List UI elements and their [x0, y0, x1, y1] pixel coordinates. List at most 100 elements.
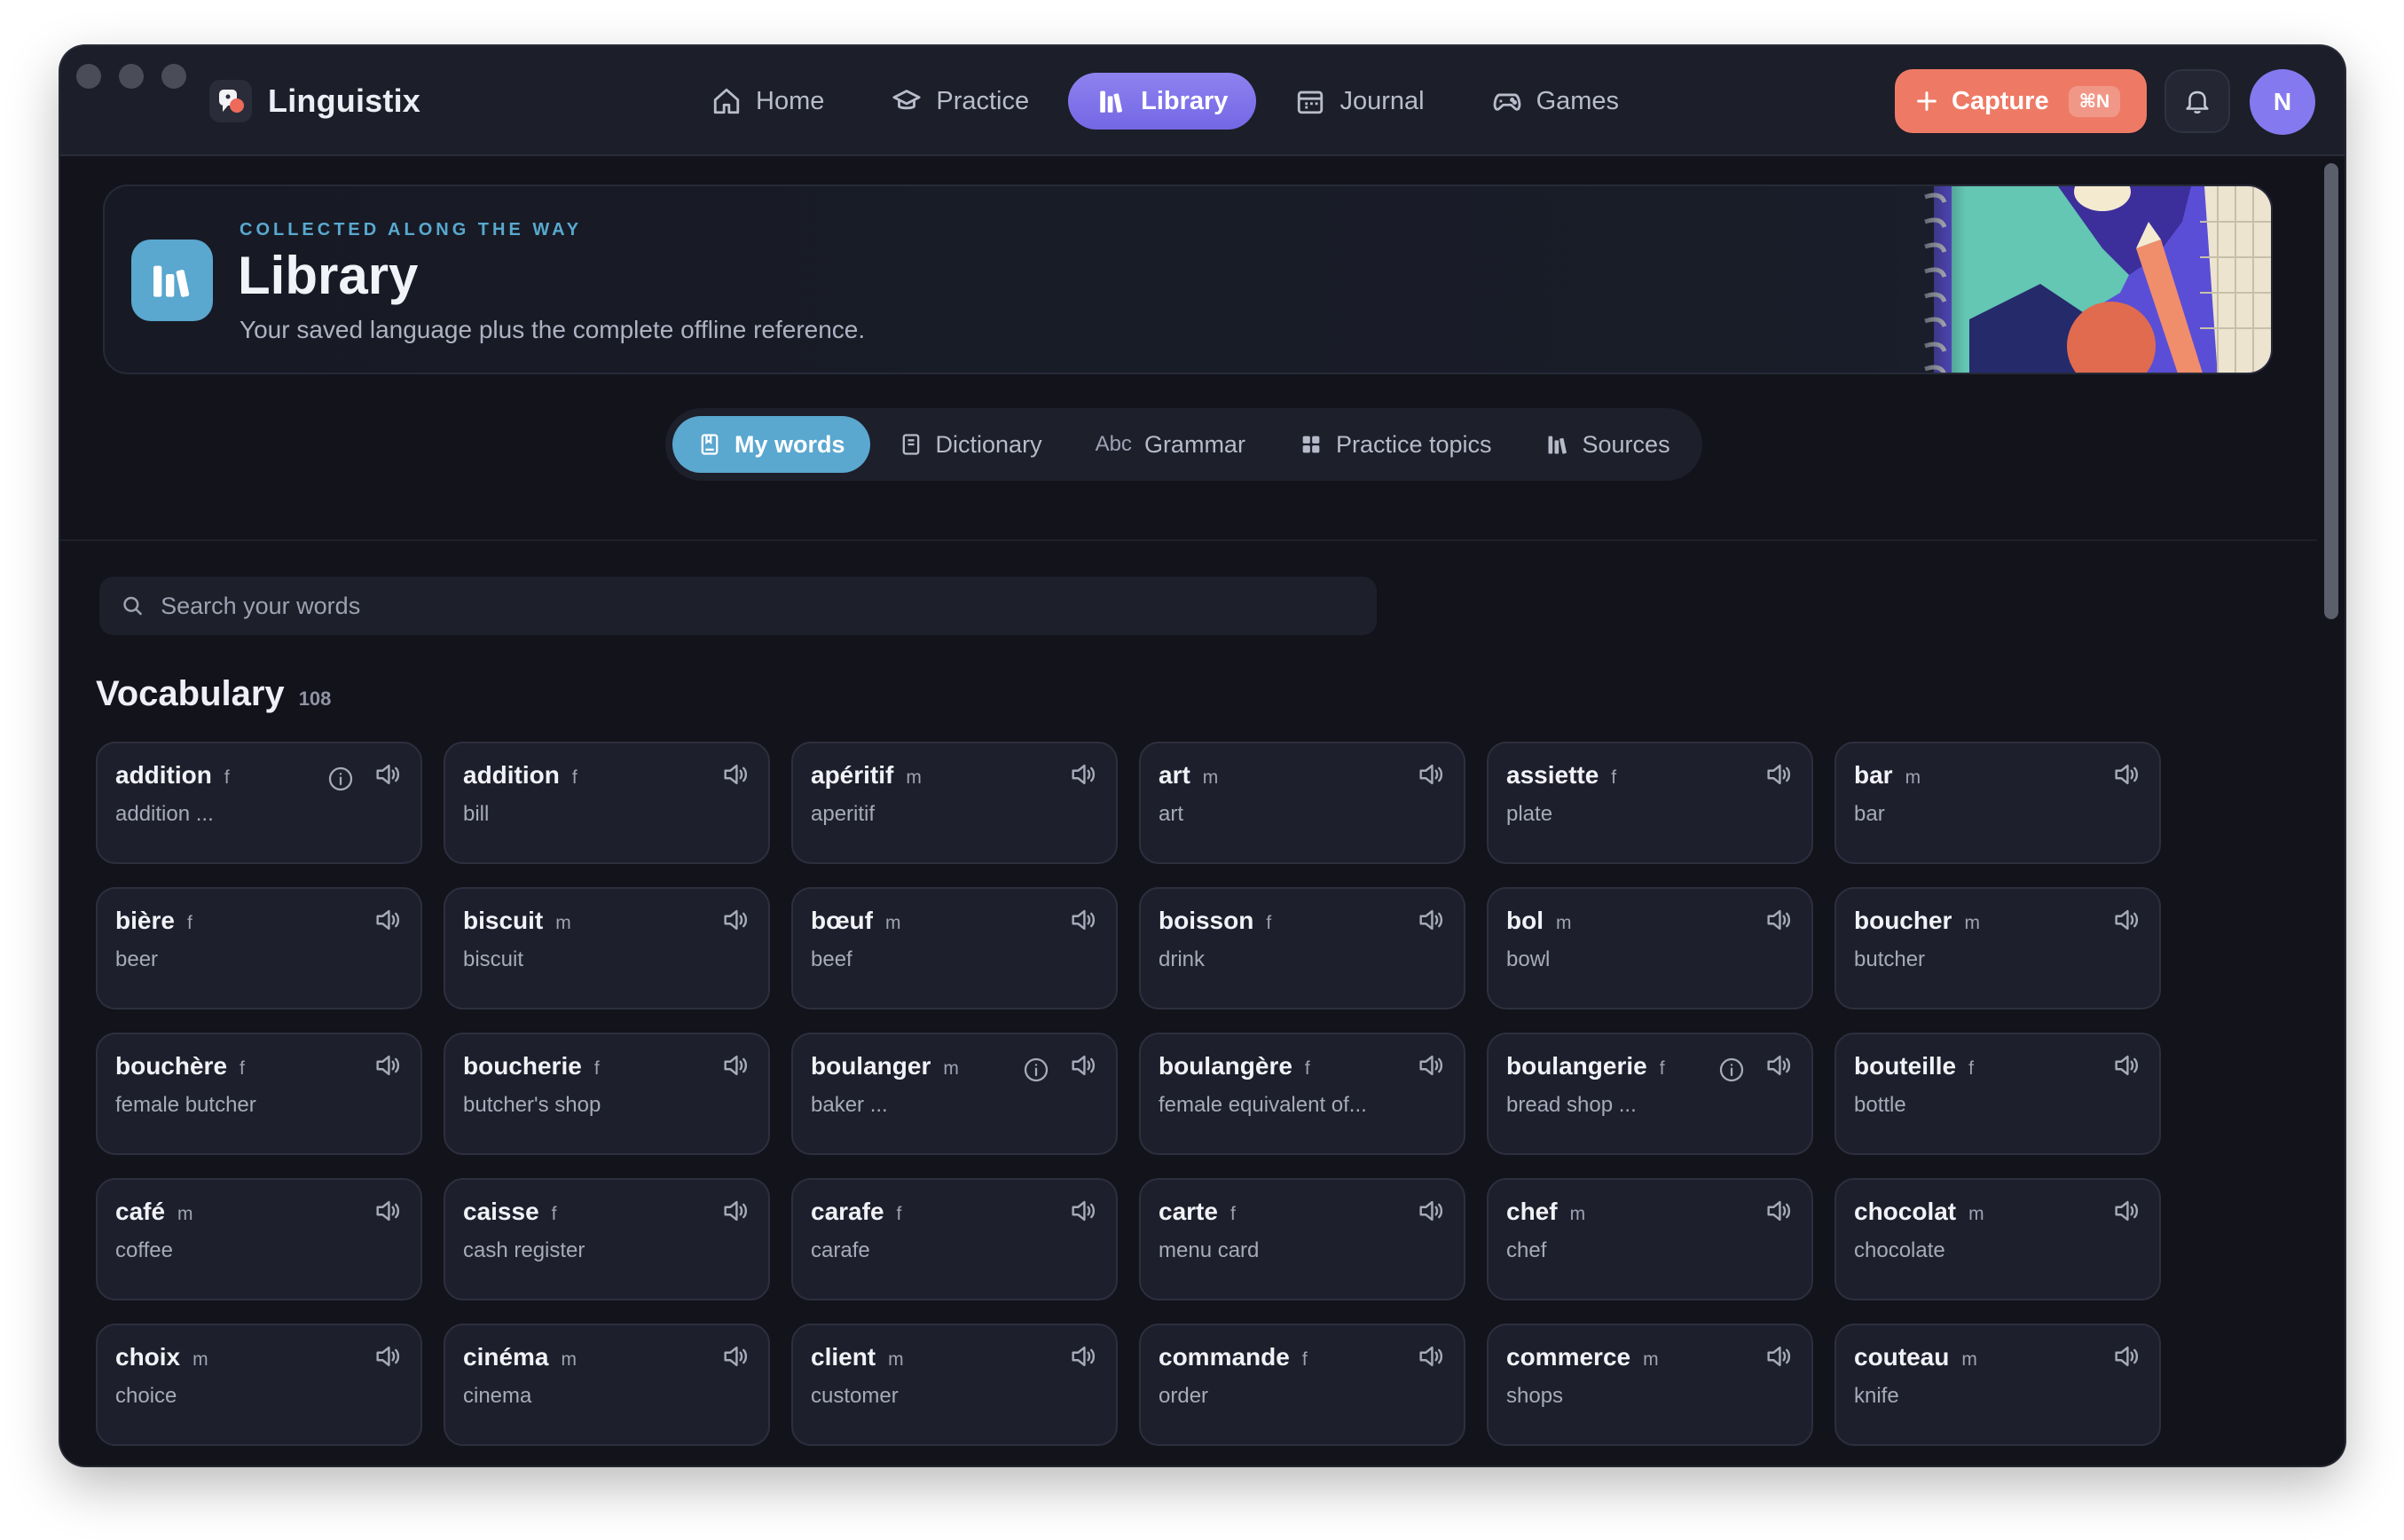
vocab-translation: aperitif: [811, 802, 876, 826]
scrollbar-thumb[interactable]: [2324, 163, 2338, 619]
vocab-card[interactable]: apéritif m aperitif: [791, 742, 1118, 864]
tab-practice-topics[interactable]: Practice topics: [1274, 416, 1517, 473]
speaker-icon[interactable]: [1068, 1050, 1098, 1080]
speaker-icon[interactable]: [1068, 1196, 1098, 1226]
vocab-card[interactable]: bar m bar: [1834, 742, 2161, 864]
speaker-icon[interactable]: [720, 1050, 750, 1080]
vocab-card[interactable]: couteau m knife: [1834, 1324, 2161, 1446]
speaker-icon[interactable]: [720, 1341, 750, 1371]
tab-sources[interactable]: Sources: [1520, 416, 1695, 473]
vocab-card[interactable]: addition f addition ...: [96, 742, 422, 864]
vocab-gender: f: [1304, 1058, 1310, 1079]
speaker-icon[interactable]: [1416, 1196, 1446, 1226]
speaker-icon[interactable]: [1068, 1341, 1098, 1371]
vocab-gender: m: [1556, 913, 1572, 933]
vocab-translation: chef: [1506, 1238, 1547, 1262]
speaker-icon[interactable]: [720, 1196, 750, 1226]
vocab-card[interactable]: carafe f carafe: [791, 1178, 1118, 1300]
vocab-card[interactable]: commande f order: [1139, 1324, 1465, 1446]
scrollbar[interactable]: [2317, 156, 2345, 1465]
vocab-gender: f: [1266, 913, 1272, 933]
vocab-card[interactable]: choix m choice: [96, 1324, 422, 1446]
vocab-card[interactable]: art m art: [1139, 742, 1465, 864]
speaker-icon[interactable]: [1416, 759, 1446, 790]
vocab-card[interactable]: boucher m butcher: [1834, 887, 2161, 1010]
vocab-card[interactable]: boulangère f female equivalent of...: [1139, 1033, 1465, 1155]
vocab-card[interactable]: bol m bowl: [1487, 887, 1813, 1010]
vocab-gender: m: [561, 1349, 577, 1370]
speaker-icon[interactable]: [2111, 1196, 2141, 1226]
vocab-card[interactable]: client m customer: [791, 1324, 1118, 1446]
speaker-icon[interactable]: [2111, 1341, 2141, 1371]
vocab-card[interactable]: carte f menu card: [1139, 1178, 1465, 1300]
vocab-card[interactable]: bœuf m beef: [791, 887, 1118, 1010]
vocab-card[interactable]: caisse f cash register: [444, 1178, 770, 1300]
vocab-card[interactable]: cinéma m cinema: [444, 1324, 770, 1446]
speaker-icon[interactable]: [373, 759, 403, 790]
speaker-icon[interactable]: [1764, 1050, 1794, 1080]
speaker-icon[interactable]: [1764, 905, 1794, 935]
vocab-gender: f: [224, 767, 230, 788]
info-icon[interactable]: [1022, 1056, 1050, 1084]
speaker-icon[interactable]: [1764, 759, 1794, 790]
speaker-icon[interactable]: [373, 905, 403, 935]
speaker-icon[interactable]: [1416, 905, 1446, 935]
vocab-translation: baker ...: [811, 1093, 888, 1117]
vocab-card[interactable]: boisson f drink: [1139, 887, 1465, 1010]
brand[interactable]: Linguistix: [209, 80, 420, 122]
vocab-word: caisse: [463, 1198, 539, 1225]
info-icon[interactable]: [326, 765, 355, 793]
nav-library[interactable]: Library: [1068, 73, 1257, 130]
vocab-card[interactable]: boulangerie f bread shop ...: [1487, 1033, 1813, 1155]
vocab-card[interactable]: bouchère f female butcher: [96, 1033, 422, 1155]
speaker-icon[interactable]: [1764, 1196, 1794, 1226]
tab-my-words[interactable]: My words: [672, 416, 870, 473]
speaker-icon[interactable]: [1068, 759, 1098, 790]
speaker-icon[interactable]: [1416, 1050, 1446, 1080]
search-bar[interactable]: [99, 577, 1377, 635]
nav-home[interactable]: Home: [683, 73, 852, 130]
vocab-card[interactable]: commerce m shops: [1487, 1324, 1813, 1446]
speaker-icon[interactable]: [373, 1196, 403, 1226]
vocab-card[interactable]: chef m chef: [1487, 1178, 1813, 1300]
speaker-icon[interactable]: [1068, 905, 1098, 935]
search-input[interactable]: [161, 592, 1355, 620]
speaker-icon[interactable]: [1416, 1341, 1446, 1371]
vocab-card[interactable]: assiette f plate: [1487, 742, 1813, 864]
speaker-icon[interactable]: [1764, 1341, 1794, 1371]
vocab-card[interactable]: café m coffee: [96, 1178, 422, 1300]
speaker-icon[interactable]: [720, 905, 750, 935]
minimize-window-button[interactable]: [119, 64, 144, 89]
zoom-window-button[interactable]: [161, 64, 186, 89]
vocab-gender: m: [906, 767, 922, 788]
speaker-icon[interactable]: [2111, 1050, 2141, 1080]
speaker-icon[interactable]: [2111, 905, 2141, 935]
tab-dictionary[interactable]: Dictionary: [874, 416, 1067, 473]
vocab-card[interactable]: boulanger m baker ...: [791, 1033, 1118, 1155]
vocab-card[interactable]: bouteille f bottle: [1834, 1033, 2161, 1155]
speaker-icon[interactable]: [720, 759, 750, 790]
vocab-translation: butcher's shop: [463, 1093, 601, 1117]
notifications-button[interactable]: [2164, 69, 2230, 133]
nav-journal[interactable]: Journal: [1267, 73, 1452, 130]
vocab-card[interactable]: boucherie f butcher's shop: [444, 1033, 770, 1155]
speaker-icon[interactable]: [373, 1050, 403, 1080]
vocab-word: art: [1159, 761, 1190, 789]
user-avatar[interactable]: N: [2250, 69, 2315, 135]
speaker-icon[interactable]: [373, 1341, 403, 1371]
nav-games[interactable]: Games: [1464, 73, 1647, 130]
capture-button[interactable]: Capture ⌘N: [1895, 69, 2147, 133]
library-icon: [1548, 436, 1567, 454]
vocab-card[interactable]: bière f beer: [96, 887, 422, 1010]
vocab-word: carte: [1159, 1198, 1218, 1225]
nav-practice[interactable]: Practice: [863, 73, 1057, 130]
tab-grammar[interactable]: Abc Grammar: [1071, 416, 1270, 473]
vocab-card[interactable]: addition f bill: [444, 742, 770, 864]
close-window-button[interactable]: [76, 64, 101, 89]
vocab-card[interactable]: chocolat m chocolate: [1834, 1178, 2161, 1300]
info-icon[interactable]: [1717, 1056, 1746, 1084]
speaker-icon[interactable]: [2111, 759, 2141, 790]
plus-icon: [1917, 91, 1937, 111]
vocab-gender: f: [1611, 767, 1617, 788]
vocab-card[interactable]: biscuit m biscuit: [444, 887, 770, 1010]
